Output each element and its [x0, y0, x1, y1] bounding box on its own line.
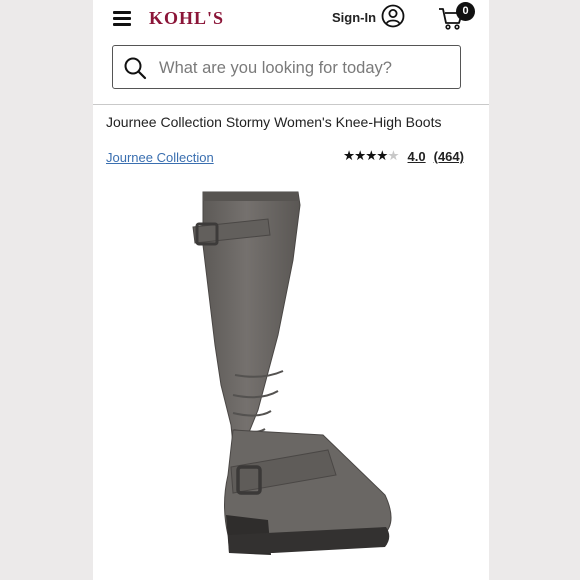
- sign-in-link[interactable]: Sign-In: [332, 10, 376, 25]
- product-rating[interactable]: ★★★★★ 4.0 (464): [343, 148, 464, 164]
- product-title: Journee Collection Stormy Women's Knee-H…: [106, 114, 442, 130]
- knee-high-boot-image[interactable]: [93, 175, 489, 580]
- brand-link[interactable]: Journee Collection: [106, 150, 214, 165]
- search-placeholder: What are you looking for today?: [159, 59, 392, 77]
- rating-value[interactable]: 4.0: [408, 149, 426, 164]
- star-rating-icon: ★★★★★: [343, 148, 400, 164]
- search-input[interactable]: What are you looking for today?: [112, 45, 461, 89]
- phone-screen: KOHL'S Sign-In 0 What are you looking fo…: [93, 0, 489, 580]
- header-divider: [93, 104, 489, 105]
- cart-count-badge[interactable]: 0: [456, 2, 475, 21]
- search-icon: [124, 57, 147, 80]
- site-header: KOHL'S Sign-In 0: [93, 0, 489, 38]
- user-account-icon[interactable]: [381, 4, 405, 28]
- review-count-link[interactable]: (464): [434, 149, 464, 164]
- kohls-logo[interactable]: KOHL'S: [149, 8, 224, 29]
- hamburger-menu-icon[interactable]: [113, 11, 131, 26]
